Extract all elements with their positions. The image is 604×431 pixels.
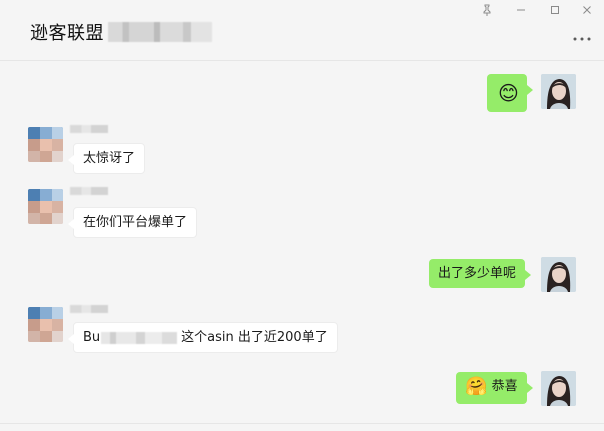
message-text-prefix: Bu: [83, 330, 101, 345]
redacted-title-suffix: [108, 22, 212, 42]
sender-avatar[interactable]: [28, 307, 63, 342]
redacted-text: [101, 331, 178, 344]
sender-avatar[interactable]: [28, 127, 63, 162]
minimize-icon[interactable]: [514, 3, 528, 17]
self-avatar[interactable]: [541, 74, 576, 109]
message-bubble-other[interactable]: 在你们平台爆单了: [67, 207, 198, 238]
message-bubble-self[interactable]: 出了多少单呢: [429, 259, 532, 288]
sender-name-redacted: [70, 187, 108, 195]
message-bubble-self[interactable]: 😊: [487, 74, 533, 112]
sender-name-redacted: [70, 305, 108, 313]
close-icon[interactable]: [580, 3, 594, 17]
pin-icon[interactable]: [480, 3, 494, 17]
message-bubble-other[interactable]: Bu 这个asin 出了近200单了: [68, 322, 338, 353]
message-text: 出了多少单呢: [438, 266, 517, 281]
girl-portrait-icon: [541, 257, 576, 292]
chat-title: 逊客联盟: [30, 23, 104, 44]
maximize-icon[interactable]: [548, 3, 562, 17]
message-text: 恭喜: [491, 379, 518, 394]
hug-emoji: 🤗: [465, 376, 488, 397]
message-list[interactable]: 😊 太惊讶了 在你们平台爆单了 出了多少单呢 Bu 这个asin 出了近200单…: [0, 61, 604, 423]
message-bubble-other[interactable]: 太惊讶了: [67, 143, 146, 174]
chat-window: 逊客联盟 😊 太惊讶了 在你们平台爆单了 出了多少单呢 Bu 这个asin 出了…: [0, 0, 604, 431]
girl-portrait-icon: [541, 74, 576, 109]
sender-name-redacted: [70, 125, 108, 133]
message-text: 太惊讶了: [83, 151, 136, 166]
message-text-suffix: 这个asin 出了近200单了: [181, 330, 328, 345]
sender-avatar[interactable]: [28, 189, 63, 224]
input-divider: [0, 423, 604, 424]
girl-portrait-icon: [541, 371, 576, 406]
message-bubble-self[interactable]: 🤗 恭喜: [456, 372, 533, 404]
smile-emoji: 😊: [498, 81, 519, 105]
more-options-icon[interactable]: [572, 30, 592, 46]
chat-header: 逊客联盟: [0, 0, 604, 61]
self-avatar[interactable]: [541, 371, 576, 406]
self-avatar[interactable]: [541, 257, 576, 292]
message-text: 在你们平台爆单了: [83, 215, 188, 230]
